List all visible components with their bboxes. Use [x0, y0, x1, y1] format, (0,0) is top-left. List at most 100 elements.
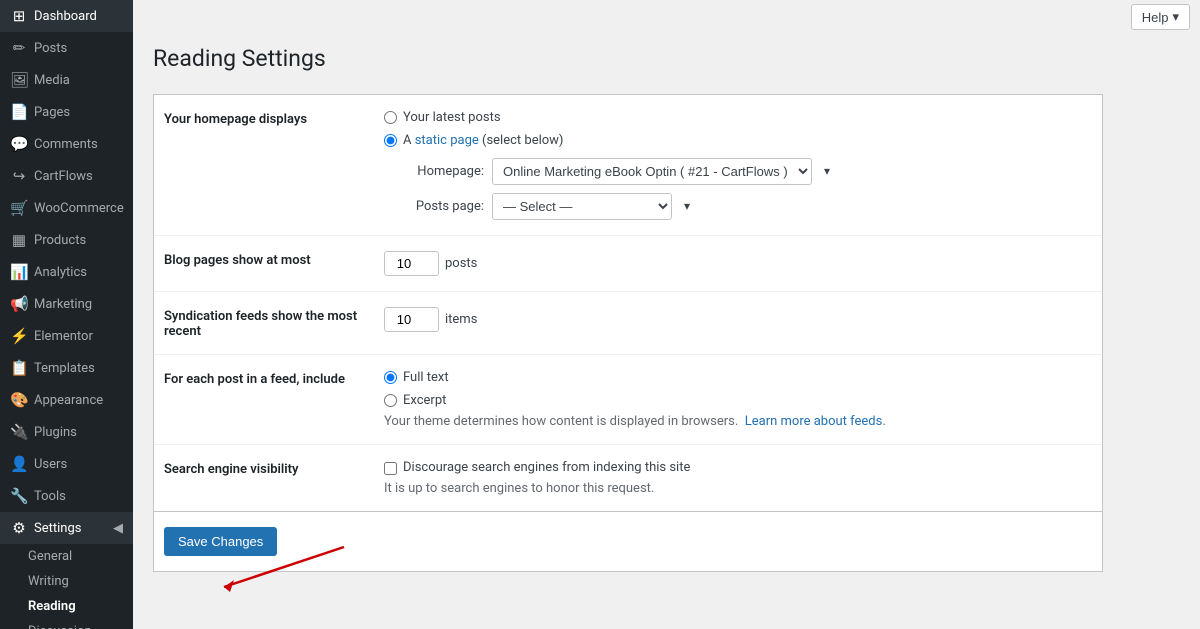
sidebar-item-label: Comments [34, 137, 98, 152]
homepage-select[interactable]: Online Marketing eBook Optin ( #21 - Car… [492, 158, 812, 185]
submenu-general[interactable]: General [0, 544, 133, 569]
sidebar-item-label: Marketing [34, 297, 92, 312]
homepage-select-arrow: ▾ [824, 164, 830, 178]
sidebar-item-label: Products [34, 233, 86, 248]
search-engine-control: Discourage search engines from indexing … [384, 460, 1092, 496]
sidebar-item-templates[interactable]: 📋 Templates [0, 352, 133, 384]
radio-full-text-input[interactable] [384, 371, 397, 384]
sidebar-item-dashboard[interactable]: ⊞ Dashboard [0, 0, 133, 32]
marketing-icon: 📢 [10, 295, 28, 313]
search-engine-row: Search engine visibility Discourage sear… [154, 445, 1102, 511]
templates-icon: 📋 [10, 359, 28, 377]
radio-full-text[interactable]: Full text [384, 370, 1092, 385]
search-engine-checkbox-label[interactable]: Discourage search engines from indexing … [403, 460, 690, 475]
radio-excerpt[interactable]: Excerpt [384, 393, 1092, 408]
sidebar-item-posts[interactable]: ✏ Posts [0, 32, 133, 64]
sidebar-item-appearance[interactable]: 🎨 Appearance [0, 384, 133, 416]
users-icon: 👤 [10, 455, 28, 473]
posts-page-select[interactable]: — Select — [492, 193, 672, 220]
pages-icon: 📄 [10, 103, 28, 121]
sidebar-item-label: Templates [34, 361, 95, 376]
syndication-feeds-row: Syndication feeds show the most recent i… [154, 292, 1102, 355]
submenu-reading[interactable]: Reading [0, 594, 133, 619]
posts-page-field-label: Posts page: [384, 199, 484, 214]
sidebar-item-label: Dashboard [34, 9, 97, 24]
sidebar-item-label: Posts [34, 41, 67, 56]
sidebar-item-users[interactable]: 👤 Users [0, 448, 133, 480]
products-icon: ▦ [10, 231, 28, 249]
sidebar-item-analytics[interactable]: 📊 Analytics [0, 256, 133, 288]
woocommerce-icon: 🛒 [10, 199, 28, 217]
sidebar-item-marketing[interactable]: 📢 Marketing [0, 288, 133, 320]
sidebar-item-plugins[interactable]: 🔌 Plugins [0, 416, 133, 448]
blog-pages-row: Blog pages show at most posts [154, 236, 1102, 292]
elementor-icon: ⚡ [10, 327, 28, 345]
help-chevron-icon: ▾ [1172, 9, 1179, 25]
sidebar-item-label: Settings [34, 521, 81, 536]
syndication-feeds-input[interactable] [384, 307, 439, 332]
search-engine-desc: It is up to search engines to honor this… [384, 481, 1092, 496]
help-button[interactable]: Help ▾ [1131, 4, 1190, 30]
search-engine-checkbox-item: Discourage search engines from indexing … [384, 460, 1092, 475]
sidebar-item-products[interactable]: ▦ Products [0, 224, 133, 256]
sidebar-item-woocommerce[interactable]: 🛒 WooCommerce [0, 192, 133, 224]
topbar: Help ▾ [133, 0, 1200, 34]
sidebar-item-media[interactable]: 🖼 Media [0, 64, 133, 96]
feed-include-desc: Your theme determines how content is dis… [384, 414, 1092, 429]
homepage-field-row: Homepage: Online Marketing eBook Optin (… [384, 158, 1092, 185]
homepage-field-label: Homepage: [384, 164, 484, 179]
static-page-link[interactable]: static page [415, 133, 479, 148]
submenu-writing[interactable]: Writing [0, 569, 133, 594]
sidebar-item-elementor[interactable]: ⚡ Elementor [0, 320, 133, 352]
analytics-icon: 📊 [10, 263, 28, 281]
submenu-discussion[interactable]: Discussion [0, 619, 133, 629]
sidebar-item-label: Tools [34, 489, 66, 504]
sidebar-item-cartflows[interactable]: ↪ CartFlows [0, 160, 133, 192]
posts-page-select-arrow: ▾ [684, 199, 690, 213]
comments-icon: 💬 [10, 135, 28, 153]
sidebar-item-settings[interactable]: ⚙ Settings ◀ [0, 512, 133, 544]
homepage-displays-label: Your homepage displays [164, 110, 384, 127]
syndication-feeds-control: items [384, 307, 1092, 332]
settings-icon: ⚙ [10, 519, 28, 537]
sidebar-item-label: Media [34, 73, 70, 88]
feed-include-row: For each post in a feed, include Full te… [154, 355, 1102, 445]
posts-page-field-row: Posts page: — Select — ▾ [384, 193, 1092, 220]
sidebar-item-label: Appearance [34, 393, 103, 408]
settings-table: Your homepage displays Your latest posts… [153, 94, 1103, 512]
content-area: Reading Settings Your homepage displays … [133, 34, 1200, 592]
sidebar-item-pages[interactable]: 📄 Pages [0, 96, 133, 128]
search-engine-checkbox[interactable] [384, 462, 397, 475]
radio-latest-posts-input[interactable] [384, 111, 397, 124]
cartflows-icon: ↪ [10, 167, 28, 185]
static-page-sub-fields: Homepage: Online Marketing eBook Optin (… [384, 158, 1092, 220]
save-area: Save Changes [153, 512, 1103, 572]
homepage-radio-group: Your latest posts A static page (select … [384, 110, 1092, 148]
feed-include-control: Full text Excerpt Your theme determines … [384, 370, 1092, 429]
settings-submenu: General Writing Reading Discussion [0, 544, 133, 629]
radio-excerpt-input[interactable] [384, 394, 397, 407]
sidebar: ⊞ Dashboard ✏ Posts 🖼 Media 📄 Pages 💬 Co… [0, 0, 133, 629]
feed-include-label: For each post in a feed, include [164, 370, 384, 387]
search-engine-label: Search engine visibility [164, 460, 384, 477]
radio-static-page[interactable]: A static page (select below) [384, 133, 1092, 148]
dashboard-icon: ⊞ [10, 7, 28, 25]
homepage-displays-control: Your latest posts A static page (select … [384, 110, 1092, 220]
appearance-icon: 🎨 [10, 391, 28, 409]
sidebar-item-tools[interactable]: 🔧 Tools [0, 480, 133, 512]
learn-more-feeds-link[interactable]: Learn more about feeds [745, 414, 883, 429]
blog-pages-control: posts [384, 251, 1092, 276]
sidebar-item-label: Pages [34, 105, 70, 120]
blog-pages-label: Blog pages show at most [164, 251, 384, 268]
feed-include-radio-group: Full text Excerpt [384, 370, 1092, 408]
radio-latest-posts[interactable]: Your latest posts [384, 110, 1092, 125]
radio-static-page-input[interactable] [384, 134, 397, 147]
media-icon: 🖼 [10, 71, 28, 89]
blog-pages-input[interactable] [384, 251, 439, 276]
sidebar-item-label: Plugins [34, 425, 77, 440]
blog-pages-suffix: posts [445, 256, 477, 271]
sidebar-item-comments[interactable]: 💬 Comments [0, 128, 133, 160]
sidebar-item-label: Analytics [34, 265, 87, 280]
homepage-displays-row: Your homepage displays Your latest posts… [154, 95, 1102, 236]
sidebar-item-label: WooCommerce [34, 201, 124, 216]
